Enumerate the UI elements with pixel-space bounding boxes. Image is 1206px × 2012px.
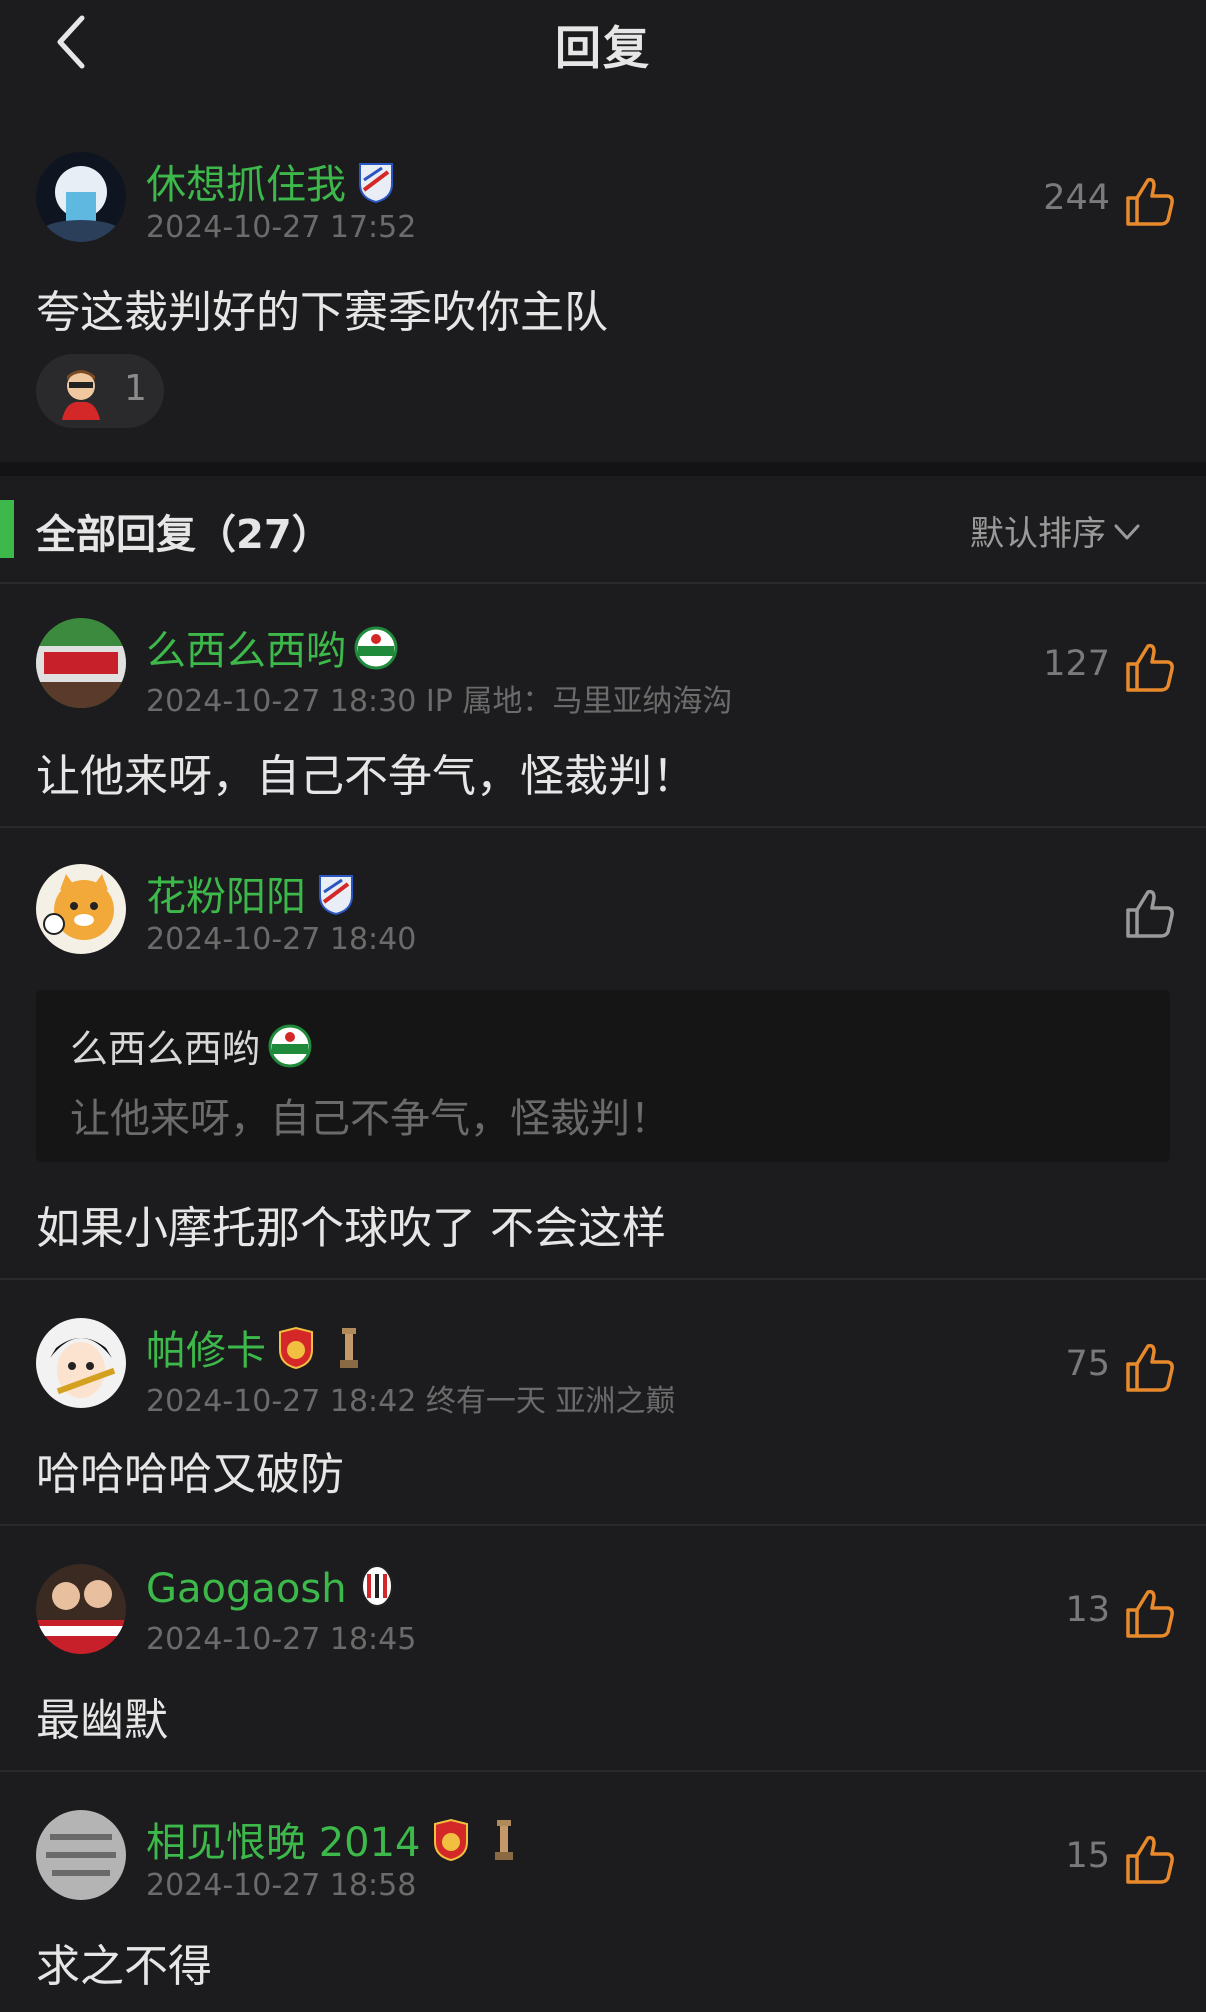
thumbs-up-icon[interactable]: [1124, 1834, 1176, 1886]
team-badge-icon: [274, 1326, 318, 1370]
comment-text: 夸这裁判好的下赛季吹你主队: [36, 287, 608, 338]
timestamp: 2024-10-27 18:58: [146, 1868, 417, 1903]
timestamp: 2024-10-27 17:52: [146, 210, 417, 245]
like-count: 15: [1065, 1836, 1110, 1876]
reaction-pill[interactable]: 1: [36, 354, 164, 428]
comment-text: 哈哈哈哈又破防: [36, 1449, 344, 1500]
username-text: 相见恨晚 2014: [146, 1820, 421, 1866]
quoted-username: 么西么西哟: [70, 1018, 312, 1073]
quoted-username-text: 么西么西哟: [70, 1027, 261, 1071]
team-badge-icon: [314, 872, 358, 916]
like-count: 13: [1065, 1590, 1110, 1630]
divider: [0, 582, 1206, 584]
comment-text: 求之不得: [36, 1941, 212, 1992]
section-accent-bar: [0, 500, 14, 558]
timestamp: 2024-10-27 18:30 IP 属地：马里亚纳海沟: [146, 684, 733, 719]
avatar[interactable]: [36, 1318, 126, 1408]
comment-text: 最幽默: [36, 1695, 168, 1746]
thumbs-up-icon[interactable]: [1124, 1342, 1176, 1394]
comment-text: 让他来呀，自己不争气，怪裁判！: [36, 751, 696, 802]
username[interactable]: 么西么西哟: [146, 618, 398, 676]
like-count: 244: [1043, 178, 1110, 218]
avatar[interactable]: [36, 152, 126, 242]
avatar[interactable]: [36, 864, 126, 954]
page-title: 回复: [555, 21, 651, 75]
quoted-text: 让他来呀，自己不争气，怪裁判！: [70, 1096, 670, 1142]
avatar[interactable]: [36, 1564, 126, 1654]
sort-dropdown[interactable]: 默认排序: [970, 506, 1142, 555]
section-divider: [0, 462, 1206, 476]
like-count: 127: [1043, 644, 1110, 684]
thumbs-up-icon[interactable]: [1124, 176, 1176, 228]
username[interactable]: 休想抓住我: [146, 152, 398, 210]
avatar[interactable]: [36, 1810, 126, 1900]
trophy-icon: [491, 1818, 517, 1862]
divider: [0, 826, 1206, 828]
timestamp: 2024-10-27 18:40: [146, 922, 417, 957]
username[interactable]: 花粉阳阳: [146, 864, 358, 922]
team-badge-icon: [429, 1818, 473, 1862]
thumbs-up-icon[interactable]: [1124, 642, 1176, 694]
thumbs-up-icon[interactable]: [1124, 1588, 1176, 1640]
timestamp: 2024-10-27 18:45: [146, 1622, 417, 1657]
team-badge-icon: [354, 626, 398, 670]
section-title: 全部回复（27）: [36, 512, 332, 558]
divider: [0, 1278, 1206, 1280]
divider: [0, 1770, 1206, 1772]
team-badge-icon: [354, 160, 398, 204]
username-text: 花粉阳阳: [146, 874, 306, 920]
avatar[interactable]: [36, 618, 126, 708]
reaction-avatar: [52, 362, 110, 420]
username-text: 帕修卡: [146, 1328, 266, 1374]
username-text: Gaogaosh: [146, 1566, 347, 1612]
thumbs-up-icon[interactable]: [1124, 888, 1176, 940]
chevron-down-icon: [1112, 516, 1142, 546]
top-bar: 回复: [0, 0, 1206, 88]
username[interactable]: Gaogaosh: [146, 1564, 399, 1612]
username-text: 休想抓住我: [146, 162, 346, 208]
timestamp: 2024-10-27 18:42 终有一天 亚洲之巅: [146, 1384, 676, 1419]
reaction-count: 1: [124, 368, 147, 409]
divider: [0, 1524, 1206, 1526]
username[interactable]: 帕修卡: [146, 1318, 362, 1376]
team-badge-icon: [268, 1024, 312, 1068]
team-badge-icon: [355, 1564, 399, 1608]
username-text: 么西么西哟: [146, 628, 346, 674]
comment-text: 如果小摩托那个球吹了 不会这样: [36, 1203, 666, 1254]
sort-label: 默认排序: [970, 514, 1106, 554]
trophy-icon: [336, 1326, 362, 1370]
username[interactable]: 相见恨晚 2014: [146, 1810, 517, 1868]
quoted-reply[interactable]: 么西么西哟 让他来呀，自己不争气，怪裁判！: [36, 990, 1170, 1162]
like-count: 75: [1065, 1344, 1110, 1384]
